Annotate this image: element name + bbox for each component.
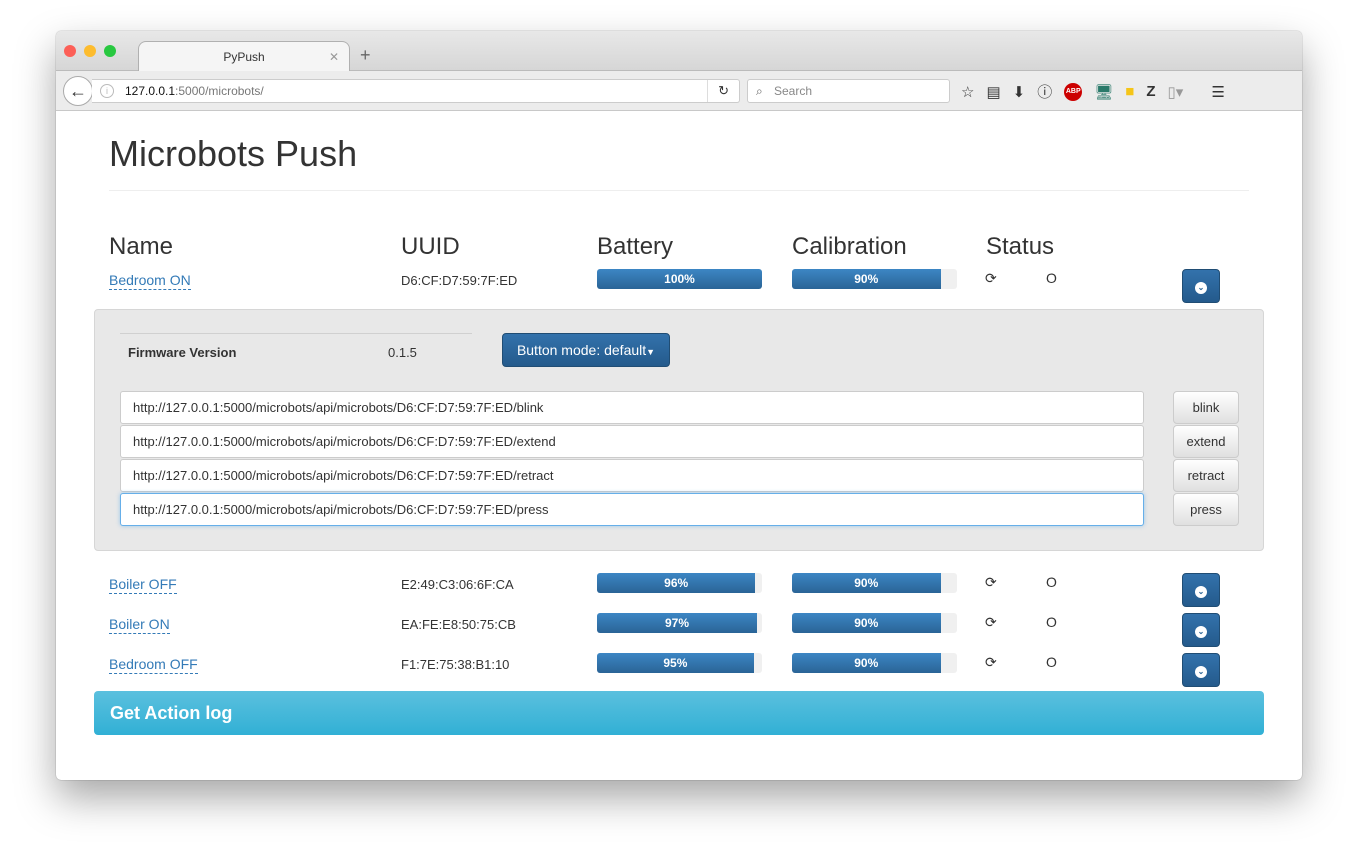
expand-device-button[interactable]: ⌄ xyxy=(1182,653,1220,687)
bookmark-star-icon[interactable]: ☆ xyxy=(961,83,974,101)
battery-bar: 97% xyxy=(597,613,758,633)
action-extend-button[interactable]: extend xyxy=(1173,425,1239,458)
device-name-link[interactable]: Bedroom ON xyxy=(109,272,191,290)
tab-bar: PyPush ✕ + xyxy=(56,31,1302,72)
action-press-button[interactable]: press xyxy=(1173,493,1239,526)
button-mode-label: Button mode: default xyxy=(516,342,647,358)
caret-down-icon: ▼ xyxy=(646,347,656,357)
status-indicator: O xyxy=(1046,574,1057,590)
minimize-window-button[interactable] xyxy=(84,45,96,57)
action-retract-button[interactable]: retract xyxy=(1173,459,1239,492)
action-url-input[interactable]: http://127.0.0.1:5000/microbots/api/micr… xyxy=(120,493,1144,526)
firmware-label: Firmware Version xyxy=(128,345,237,360)
status-indicator: O xyxy=(1046,654,1057,670)
divider xyxy=(109,190,1249,191)
zoom-window-button[interactable] xyxy=(104,45,116,57)
url-host: 127.0.0.1 xyxy=(125,84,176,98)
firmware-value: 0.1.5 xyxy=(388,345,417,360)
nav-bar: ← i 127.0.0.1:5000/microbots/ ↻ ⌕ Search … xyxy=(56,71,1302,111)
device-uuid: EA:FE:E8:50:75:CB xyxy=(401,617,516,632)
sticky-note-icon[interactable]: ■ xyxy=(1125,83,1134,100)
page-title: Microbots Push xyxy=(109,133,358,174)
chevron-down-icon: ⌄ xyxy=(1195,626,1207,638)
battery-progress: 95% xyxy=(597,653,762,673)
expand-device-button[interactable]: ⌄ xyxy=(1182,269,1220,303)
sync-icon[interactable]: ⟳ xyxy=(985,614,997,631)
device-row: Boiler OFF E2:49:C3:06:6F:CA 96% 90% ⟳ O… xyxy=(56,573,1302,607)
download-icon[interactable]: ⬇ xyxy=(1013,83,1026,101)
expand-device-button[interactable]: ⌄ xyxy=(1182,613,1220,647)
tab-pypush[interactable]: PyPush ✕ xyxy=(138,41,350,72)
status-indicator: O xyxy=(1046,270,1057,286)
page-icon[interactable]: ▯▾ xyxy=(1168,83,1184,101)
battery-bar: 95% xyxy=(597,653,754,673)
device-uuid: F1:7E:75:38:B1:10 xyxy=(401,657,510,672)
device-name-link[interactable]: Bedroom OFF xyxy=(109,656,198,674)
reload-icon[interactable]: ↻ xyxy=(707,80,729,102)
device-row: Bedroom OFF F1:7E:75:38:B1:10 95% 90% ⟳ … xyxy=(56,653,1302,687)
onepassword-icon[interactable]: ⓘ xyxy=(1037,81,1052,102)
info-icon[interactable]: i xyxy=(100,84,114,98)
page-content: Microbots Push Name UUID Battery Calibra… xyxy=(56,111,1302,780)
button-mode-dropdown[interactable]: Button mode: default▼ xyxy=(502,333,670,367)
calibration-progress: 90% xyxy=(792,613,957,633)
calibration-bar: 90% xyxy=(792,653,941,673)
battery-progress: 100% xyxy=(597,269,762,289)
action-blink-button[interactable]: blink xyxy=(1173,391,1239,424)
chevron-down-icon: ⌄ xyxy=(1195,282,1207,294)
back-button[interactable]: ← xyxy=(63,76,93,106)
device-name-link[interactable]: Boiler ON xyxy=(109,616,170,634)
action-url-input[interactable]: http://127.0.0.1:5000/microbots/api/micr… xyxy=(120,391,1144,424)
monitor-icon[interactable]: 🖥 xyxy=(1094,83,1113,101)
reading-list-icon[interactable]: ▤ xyxy=(986,83,1000,101)
action-url-input[interactable]: http://127.0.0.1:5000/microbots/api/micr… xyxy=(120,425,1144,458)
device-row: Bedroom ON D6:CF:D7:59:7F:ED 100% 90% ⟳ … xyxy=(56,269,1302,303)
adblock-icon[interactable]: ABP xyxy=(1064,82,1083,101)
search-placeholder: Search xyxy=(774,84,813,98)
url-path: :5000/microbots/ xyxy=(175,84,264,98)
header-calibration: Calibration xyxy=(792,233,907,260)
get-action-log-button[interactable]: Get Action log xyxy=(94,691,1264,735)
url-bar[interactable]: i 127.0.0.1:5000/microbots/ ↻ xyxy=(92,79,740,103)
calibration-progress: 90% xyxy=(792,269,957,289)
device-uuid: D6:CF:D7:59:7F:ED xyxy=(401,273,518,288)
browser-window: PyPush ✕ + ← i 127.0.0.1:5000/microbots/ … xyxy=(56,31,1302,780)
divider xyxy=(120,333,472,334)
calibration-bar: 90% xyxy=(792,613,941,633)
chevron-down-icon: ⌄ xyxy=(1195,586,1207,598)
new-tab-button[interactable]: + xyxy=(360,45,371,66)
battery-bar: 100% xyxy=(597,269,762,289)
device-row: Boiler ON EA:FE:E8:50:75:CB 97% 90% ⟳ O … xyxy=(56,613,1302,647)
calibration-progress: 90% xyxy=(792,573,957,593)
tab-title: PyPush xyxy=(223,50,265,64)
header-battery: Battery xyxy=(597,233,674,260)
calibration-bar: 90% xyxy=(792,269,941,289)
battery-progress: 96% xyxy=(597,573,762,593)
battery-progress: 97% xyxy=(597,613,762,633)
chevron-down-icon: ⌄ xyxy=(1195,666,1207,678)
header-status: Status xyxy=(986,233,1055,260)
device-detail-panel: Firmware Version 0.1.5 Button mode: defa… xyxy=(94,309,1264,551)
close-tab-icon[interactable]: ✕ xyxy=(329,42,339,72)
menu-icon[interactable]: ☰ xyxy=(1211,83,1224,101)
header-uuid: UUID xyxy=(401,233,460,260)
header-name: Name xyxy=(109,233,174,260)
battery-bar: 96% xyxy=(597,573,756,593)
search-icon: ⌕ xyxy=(756,84,763,98)
action-url-input[interactable]: http://127.0.0.1:5000/microbots/api/micr… xyxy=(120,459,1144,492)
expand-device-button[interactable]: ⌄ xyxy=(1182,573,1220,607)
device-name-link[interactable]: Boiler OFF xyxy=(109,576,177,594)
device-uuid: E2:49:C3:06:6F:CA xyxy=(401,577,514,592)
sync-icon[interactable]: ⟳ xyxy=(985,654,997,671)
close-window-button[interactable] xyxy=(64,45,76,57)
search-input[interactable]: ⌕ Search xyxy=(747,79,950,103)
calibration-progress: 90% xyxy=(792,653,957,673)
calibration-bar: 90% xyxy=(792,573,941,593)
zotero-icon[interactable]: Z xyxy=(1146,83,1155,100)
sync-icon[interactable]: ⟳ xyxy=(985,270,997,287)
sync-icon[interactable]: ⟳ xyxy=(985,574,997,591)
status-indicator: O xyxy=(1046,614,1057,630)
